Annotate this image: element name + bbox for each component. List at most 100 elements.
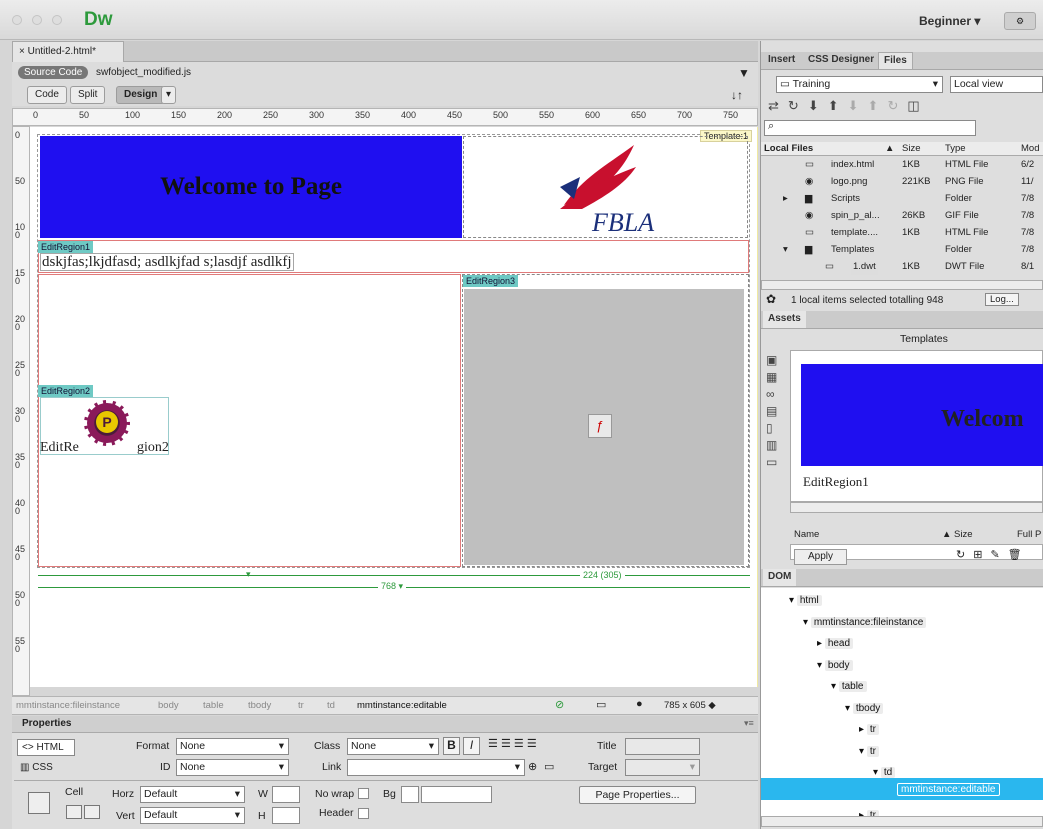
code-view-button[interactable]: Code <box>27 86 67 104</box>
minimize-window-button[interactable] <box>32 15 42 25</box>
window-size-dropdown[interactable]: 785 x 605 ◆ <box>664 700 716 711</box>
dom-node[interactable]: ▾ mmtinstance:fileinstance <box>803 616 927 628</box>
file-row[interactable]: ◉ spin_p_al... 26KB GIF File 7/8 <box>761 208 1043 224</box>
source-code-button[interactable]: Source Code <box>18 66 89 79</box>
dom-node[interactable]: ▸ tr <box>859 724 879 735</box>
bold-button[interactable]: B <box>443 737 460 755</box>
close-icon[interactable]: × <box>19 46 25 57</box>
css-mode-button[interactable]: ▥ CSS <box>20 762 53 773</box>
apply-button[interactable]: Apply <box>794 549 847 565</box>
chevron-down-icon[interactable]: ▾ <box>831 681 836 692</box>
checkin-icon[interactable]: ⬆ <box>868 98 888 113</box>
dom-node[interactable]: mmtinstance:editable <box>897 783 1000 796</box>
file-row[interactable]: ◉ logo.png 221KB PNG File 11/ <box>761 174 1043 190</box>
browse-folder-icon[interactable]: ▭ <box>544 760 554 773</box>
title-input[interactable] <box>625 738 700 755</box>
file-row[interactable]: ▭ 1.dwt 1KB DWT File 8/1 <box>761 259 1043 275</box>
get-file-icon[interactable]: ⬇ <box>808 98 828 113</box>
html-mode-button[interactable]: <> HTML <box>17 739 75 756</box>
dom-node[interactable]: ▾ html <box>789 595 822 606</box>
col-mod[interactable]: Mod <box>1021 143 1039 157</box>
width-input[interactable] <box>272 786 300 803</box>
dom-node[interactable]: ▾ body <box>817 659 853 671</box>
id-select[interactable]: None ▾ <box>176 759 289 776</box>
tag-td[interactable]: td <box>327 700 335 711</box>
links-icon[interactable]: ∞ <box>766 386 782 403</box>
tab-insert[interactable]: Insert <box>763 52 800 69</box>
outdent-icon[interactable]: ☰ <box>514 738 524 750</box>
chevron-down-icon[interactable]: ▾ <box>873 767 878 778</box>
edit-region-1-text[interactable]: dskjfas;lkjdfasd; asdlkjfad s;lasdjf asd… <box>40 253 294 271</box>
file-row[interactable]: ▭ template.... 1KB HTML File 7/8 <box>761 225 1043 241</box>
close-window-button[interactable] <box>12 15 22 25</box>
split-view-button[interactable]: Split <box>70 86 106 104</box>
dom-node[interactable]: ▾ tbody <box>845 702 884 714</box>
format-select[interactable]: None ▾ <box>176 738 289 755</box>
panel-menu-icon[interactable]: ▾≡ <box>744 718 754 729</box>
scripts-icon[interactable]: ▯ <box>766 420 782 437</box>
images-icon[interactable]: ▣ <box>766 352 782 369</box>
dom-node[interactable]: ▾ tr <box>859 745 879 757</box>
file-row[interactable]: ▭ index.html 1KB HTML File 6/2 <box>761 157 1043 173</box>
unordered-list-icon[interactable]: ☰ <box>488 738 498 750</box>
chevron-down-icon[interactable]: ▾ <box>803 617 808 628</box>
horz-select[interactable]: Default ▾ <box>140 786 245 803</box>
put-file-icon[interactable]: ⬆ <box>828 98 848 113</box>
split-cell-icon[interactable] <box>66 805 82 819</box>
dom-node[interactable]: ▸ head <box>817 638 854 649</box>
tag-table[interactable]: table <box>203 700 224 711</box>
library-icon[interactable]: ▭ <box>766 454 782 471</box>
colors-icon[interactable]: ▦ <box>766 369 782 386</box>
col-type[interactable]: Type <box>945 143 966 157</box>
expand-icon[interactable]: ▸ <box>783 193 788 207</box>
point-to-file-icon[interactable]: ⊕ <box>528 760 537 773</box>
related-file-link[interactable]: swfobject_modified.js <box>96 67 191 78</box>
chevron-down-icon[interactable]: ▾ <box>859 746 864 757</box>
files-scrollbar[interactable] <box>761 280 1043 290</box>
checkout-icon[interactable]: ⬇ <box>848 98 868 113</box>
connect-icon[interactable]: ⇄ <box>768 98 788 113</box>
refresh-icon[interactable]: ↻ <box>956 549 973 561</box>
media-icon[interactable]: ▤ <box>766 403 782 420</box>
target-select[interactable]: ▾ <box>625 759 700 776</box>
link-input[interactable]: ▾ <box>347 759 525 776</box>
assets-col-full[interactable]: Full P <box>1017 529 1041 543</box>
chevron-down-icon[interactable]: ▾ <box>845 703 850 714</box>
edit-icon[interactable]: ✎ <box>990 549 1007 561</box>
device-preview-icon[interactable]: ▭ <box>596 698 606 711</box>
site-select[interactable]: ▭ Training ▾ <box>776 76 943 93</box>
workspace-switcher[interactable]: Beginner ▾ <box>919 14 980 28</box>
chevron-right-icon[interactable]: ▸ <box>859 724 864 735</box>
sync-settings-button[interactable]: ⚙ <box>1004 12 1036 30</box>
templates-icon[interactable]: ▥ <box>766 437 782 454</box>
vert-select[interactable]: Default ▾ <box>140 807 245 824</box>
document-tab[interactable]: × Untitled-2.html* <box>12 41 124 62</box>
view-select[interactable]: Local view <box>950 76 1043 93</box>
sync-icon[interactable]: ↻ <box>887 98 907 113</box>
class-select[interactable]: None ▾ <box>347 738 439 755</box>
tag-body[interactable]: body <box>158 700 179 711</box>
preview-scrollbar[interactable] <box>790 502 1043 513</box>
tag-tr[interactable]: tr <box>298 700 304 711</box>
italic-button[interactable]: I <box>463 737 480 755</box>
bg-color-swatch[interactable] <box>401 786 419 803</box>
tag-tbody[interactable]: tbody <box>248 700 271 711</box>
log-button[interactable]: Log... <box>985 293 1019 306</box>
bg-color-input[interactable] <box>421 786 492 803</box>
filter-icon[interactable]: ▼ <box>738 66 750 80</box>
chevron-right-icon[interactable]: ▸ <box>817 638 822 649</box>
file-row[interactable]: ▸ ▆ Scripts Folder 7/8 <box>761 191 1043 207</box>
chevron-down-icon[interactable]: ▾ <box>789 595 794 606</box>
chevron-down-icon[interactable]: ▾ <box>817 660 822 671</box>
tag-fileinstance[interactable]: mmtinstance:fileinstance <box>16 700 120 711</box>
nowrap-checkbox[interactable] <box>358 788 369 799</box>
dom-node[interactable]: ▾ table <box>831 681 867 692</box>
dom-scrollbar[interactable] <box>761 816 1043 827</box>
page-properties-button[interactable]: Page Properties... <box>579 786 696 804</box>
file-row[interactable]: ▾ ▆ Templates Folder 7/8 <box>761 242 1043 258</box>
tag-editable-active[interactable]: mmtinstance:editable <box>357 700 447 711</box>
expand-icon[interactable]: ◫ <box>907 98 928 113</box>
new-template-icon[interactable]: ⊞ <box>973 549 990 561</box>
trash-icon[interactable]: 🗑 <box>1008 549 1030 561</box>
indent-icon[interactable]: ☰ <box>527 738 537 750</box>
